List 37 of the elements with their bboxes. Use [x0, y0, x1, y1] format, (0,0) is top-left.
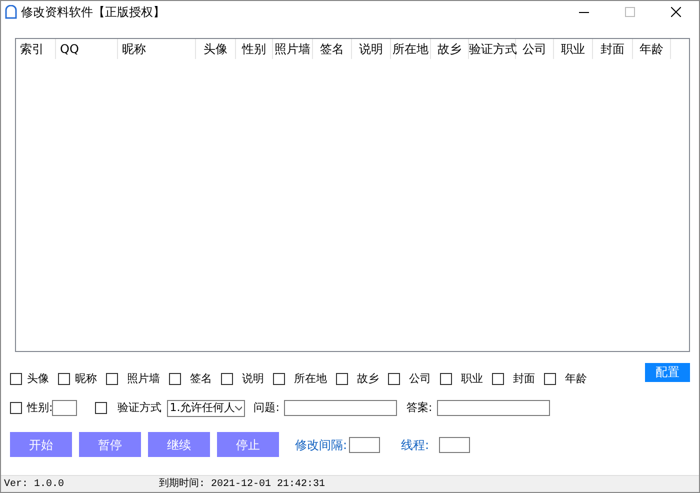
interval-label: 修改间隔:: [295, 436, 348, 454]
window-title: 修改资料软件【正版授权】: [21, 4, 165, 21]
checkbox-label: 验证方式: [118, 400, 162, 416]
version-text: Ver: 1.0.0: [4, 478, 66, 492]
column-header[interactable]: 性别: [236, 39, 273, 59]
column-header[interactable]: 封面: [593, 39, 633, 59]
column-header[interactable]: 签名: [313, 39, 352, 59]
checkbox-label: 说明: [242, 370, 264, 387]
checkbox-label: 签名: [190, 370, 212, 387]
checkbox-label: 昵称: [75, 370, 97, 387]
expiry-text: 到期时间: 2021-12-01 21:42:31: [159, 476, 326, 492]
checkbox-label: 所在地: [294, 370, 327, 387]
checkbox-label: 职业: [461, 370, 483, 387]
threads-label: 线程:: [401, 436, 430, 454]
answer-label: 答案:: [406, 400, 432, 416]
column-header[interactable]: 故乡: [431, 39, 469, 59]
column-header[interactable]: 说明: [352, 39, 391, 59]
column-header[interactable]: 昵称: [118, 39, 196, 59]
checkbox-label: 公司: [409, 370, 431, 387]
checkbox-label: 性别:: [27, 400, 53, 416]
column-header[interactable]: 验证方式: [469, 39, 516, 59]
column-header[interactable]: QQ: [56, 39, 118, 59]
column-header[interactable]: 职业: [554, 39, 593, 59]
column-header[interactable]: 所在地: [391, 39, 431, 59]
column-header[interactable]: 公司: [516, 39, 554, 59]
column-header[interactable]: 索引: [16, 39, 56, 59]
config-button[interactable]: 配置: [645, 362, 690, 382]
checkbox-label: 封面: [513, 370, 535, 387]
column-header[interactable]: 年龄: [633, 39, 671, 59]
column-header[interactable]: 照片墙: [273, 39, 313, 59]
question-label: 问题:: [254, 400, 280, 416]
checkbox-label: 照片墙: [127, 370, 160, 387]
verify-dropdown[interactable]: 1.允许任何人: [166, 400, 245, 416]
checkbox-label: 年龄: [565, 370, 587, 387]
checkbox-label: 头像: [27, 370, 49, 387]
column-header[interactable]: 头像: [196, 39, 236, 59]
checkbox-label: 故乡: [357, 370, 379, 387]
